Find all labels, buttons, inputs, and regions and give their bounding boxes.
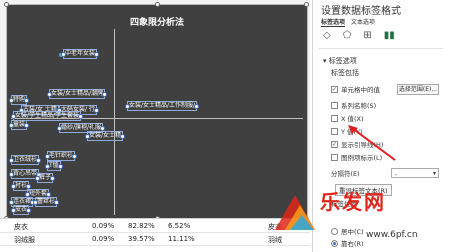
size-icon[interactable]: ⊞ xyxy=(363,30,371,41)
checkbox[interactable]: ✓ xyxy=(331,85,338,93)
cell-value[interactable]: 6.52% xyxy=(168,222,190,230)
cell-name[interactable]: 羽绒服 xyxy=(14,235,35,245)
select-range-button[interactable]: 选择范围(E)... xyxy=(397,84,439,95)
tab-label-options[interactable]: 标签选项 xyxy=(321,19,346,27)
chart-title[interactable]: 四象限分析法 xyxy=(7,15,307,28)
separator-select[interactable]: , ▾ xyxy=(391,168,439,178)
pane-icon-bar: ◇ ⬠ ⊞ ▮▮ xyxy=(323,30,395,41)
tab-text-options[interactable]: 文本选项 xyxy=(351,19,375,26)
section-title: 标签选项 xyxy=(328,57,357,65)
cell-value[interactable]: 39.57% xyxy=(128,235,155,243)
option-y-value[interactable]: Y 值(Y) xyxy=(331,126,363,136)
data-label[interactable]: 童装 xyxy=(8,120,30,130)
cell-value[interactable]: 0.09% xyxy=(92,222,114,230)
table-row[interactable]: 羽绒服 0.09% 39.57% 11.11% 羽绒 xyxy=(0,234,310,246)
quadrant-chart[interactable]: 四象限分析法 中老年女装 女装/女士精品/潮牌 女装/女士精品/工作制服/ 特购… xyxy=(4,2,309,221)
vertical-axis xyxy=(114,29,115,215)
cell-value[interactable]: 11.11% xyxy=(168,235,195,243)
divider xyxy=(319,48,443,49)
data-label[interactable]: 特购 xyxy=(8,95,30,105)
pane-tabs: 标签选项 文本选项 xyxy=(321,17,379,27)
cell-name[interactable]: 皮衣 xyxy=(14,222,28,232)
format-data-labels-pane: 设置数据标签格式 标签选项 文本选项 ◇ ⬠ ⊞ ▮▮ ▾ 标签选项 标签包括 … xyxy=(312,0,450,252)
cell-value[interactable]: 0.09% xyxy=(92,235,114,243)
pane-title: 设置数据标签格式 xyxy=(321,6,401,17)
option-x-value[interactable]: X 值(X) xyxy=(331,113,364,123)
cell-value[interactable]: 82.82% xyxy=(128,222,155,230)
section-header[interactable]: ▾ 标签选项 xyxy=(323,56,357,66)
data-label[interactable]: 皮衣 xyxy=(10,205,32,215)
checkbox[interactable] xyxy=(331,114,338,122)
option-series-name[interactable]: 系列名称(S) xyxy=(331,100,376,110)
checkbox[interactable] xyxy=(331,153,338,161)
data-label[interactable]: 蕾丝衫 xyxy=(32,197,60,207)
label-options-icon[interactable]: ▮▮ xyxy=(384,30,395,41)
data-label[interactable]: T恤 xyxy=(45,161,63,171)
chevron-down-icon: ▾ xyxy=(432,170,436,177)
resize-handle[interactable] xyxy=(4,2,9,7)
radio-button[interactable] xyxy=(331,227,338,235)
separator-label: 分隔符(E) xyxy=(331,170,360,178)
cell-name[interactable]: 皮衣 xyxy=(268,222,282,232)
effects-icon[interactable]: ⬠ xyxy=(343,30,352,41)
option-position-center[interactable]: 居中(C) xyxy=(331,226,364,236)
option-leader-lines[interactable]: ✓ 显示引导线(H) xyxy=(331,139,383,149)
option-value-from-cells[interactable]: ✓ 单元格中的值 xyxy=(331,84,380,94)
option-position-right[interactable]: 靠右(R) xyxy=(331,238,364,248)
checkbox[interactable] xyxy=(331,127,338,135)
data-label[interactable]: 女装/女士精品/潮牌 xyxy=(46,89,108,99)
checkbox[interactable]: ✓ xyxy=(331,140,338,148)
data-label[interactable]: 女装/女士精品/工作制服/ xyxy=(124,101,200,111)
spreadsheet-area[interactable]: 四象限分析法 中老年女装 女装/女士精品/潮牌 女装/女士精品/工作制服/ 特购… xyxy=(0,0,310,252)
resize-handle[interactable] xyxy=(304,2,309,7)
table-row[interactable]: 皮衣 0.09% 82.82% 6.52% 皮衣 xyxy=(0,221,310,233)
reset-label-text-button[interactable]: 重设标签文本(R) xyxy=(335,184,392,196)
data-label[interactable]: 毛针织衫 xyxy=(44,151,78,161)
data-label[interactable]: 卫衣绒衫 xyxy=(8,155,42,165)
cell-name[interactable]: 羽绒 xyxy=(268,235,282,245)
subsection-title: 标签包括 xyxy=(331,69,359,77)
label-position-title: 标签位置 xyxy=(331,200,357,208)
sheet-grid[interactable]: 皮衣 0.09% 82.82% 6.52% 皮衣 羽绒服 0.09% 39.57… xyxy=(0,218,310,252)
radio-button[interactable] xyxy=(331,239,338,247)
option-legend-key[interactable]: 图例项标示(L) xyxy=(331,152,382,162)
fill-icon[interactable]: ◇ xyxy=(323,30,331,41)
data-label[interactable]: 中老年女装 xyxy=(60,49,100,59)
data-label[interactable]: 女装/女士精 xyxy=(84,131,126,141)
resize-handle[interactable] xyxy=(155,2,160,7)
data-label[interactable]: 裤子 xyxy=(34,173,56,183)
checkbox[interactable] xyxy=(331,101,338,109)
